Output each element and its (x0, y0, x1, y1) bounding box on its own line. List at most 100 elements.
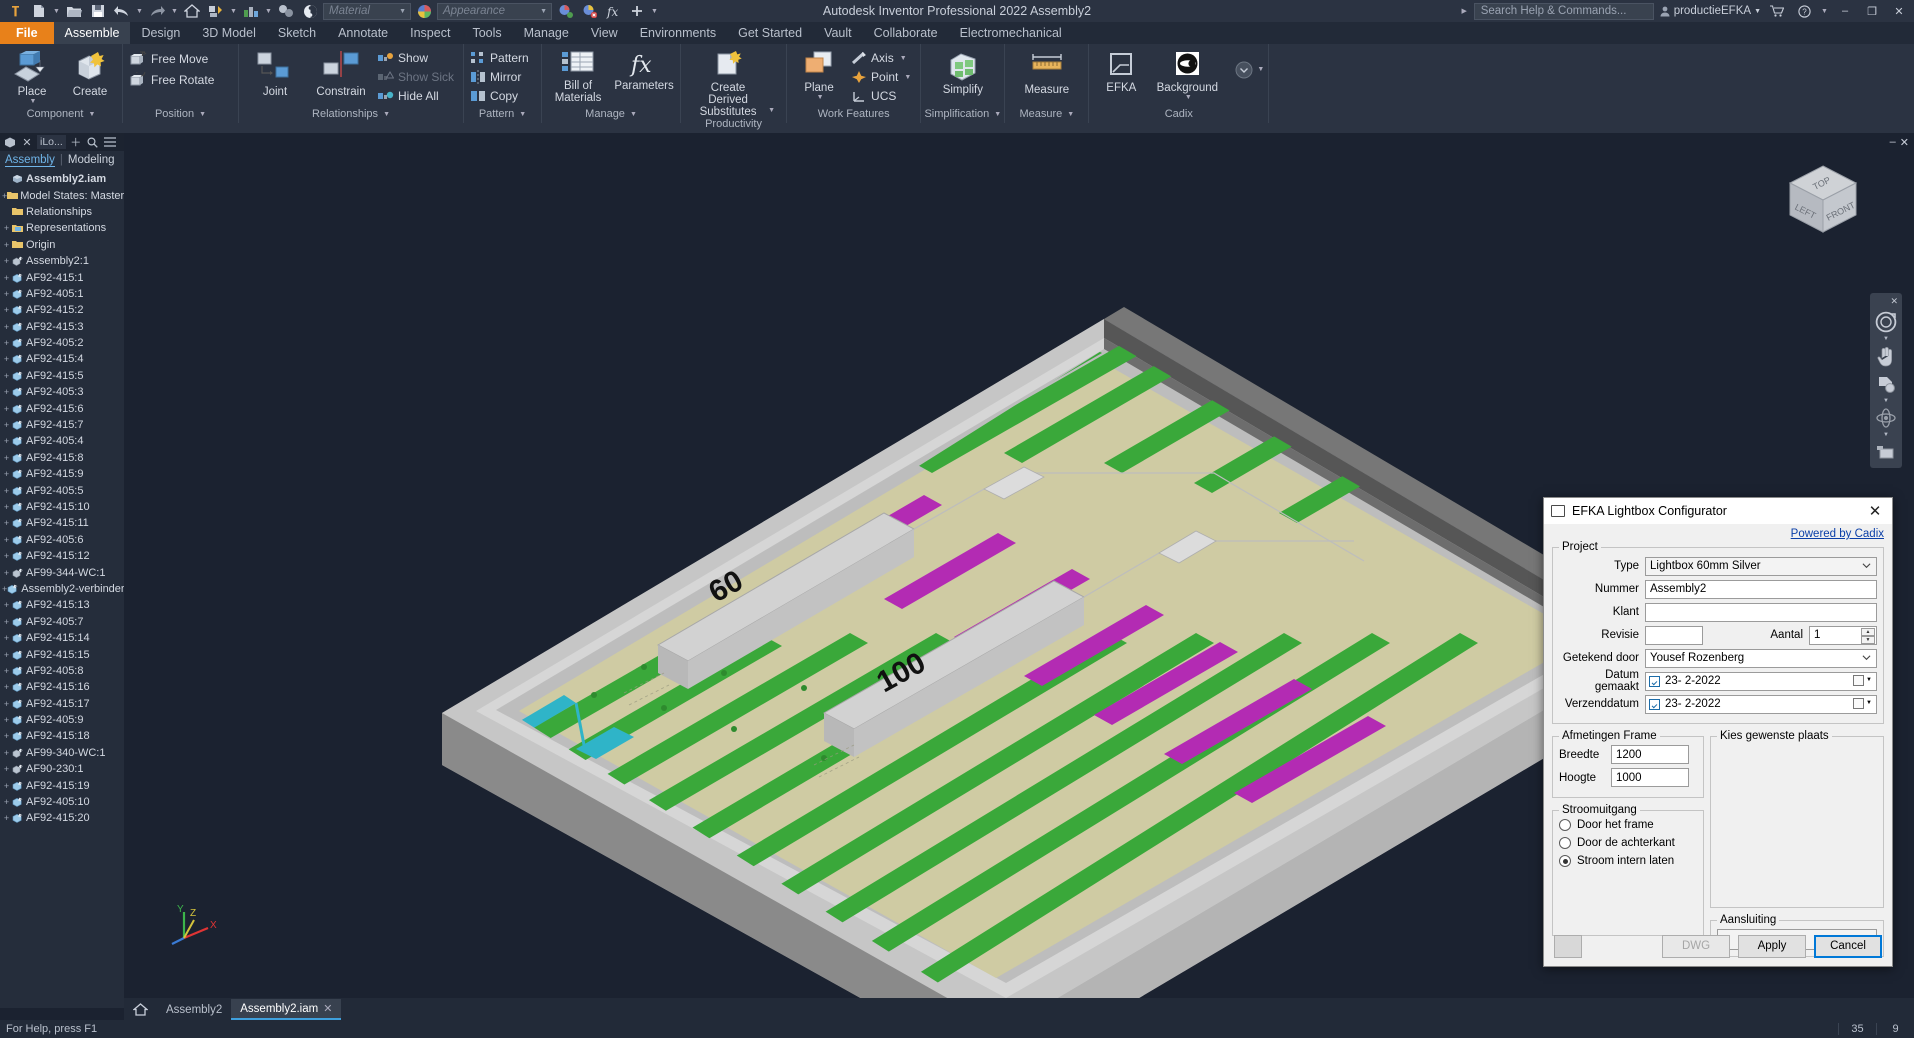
tree-node[interactable]: + AF92-405:10 (2, 794, 124, 810)
hoogte-input[interactable]: 1000 (1611, 768, 1689, 787)
adjust-appearance-icon[interactable] (554, 1, 576, 21)
calendar-icon[interactable]: ▼ (1853, 674, 1872, 686)
tab-view[interactable]: View (580, 22, 629, 44)
expand-icon[interactable]: + (2, 666, 11, 676)
expand-icon[interactable]: + (2, 256, 11, 266)
material-library-icon[interactable] (240, 1, 262, 21)
panel-label-relationships[interactable]: Relationships ▼ (239, 105, 463, 123)
revisie-input[interactable] (1645, 625, 1703, 645)
tree-node[interactable]: + AF92-415:14 (2, 630, 124, 646)
apply-button[interactable]: Apply (1738, 934, 1806, 958)
tab-manage[interactable]: Manage (513, 22, 580, 44)
nummer-input[interactable]: Assembly2 (1645, 579, 1877, 599)
tab-collaborate[interactable]: Collaborate (863, 22, 949, 44)
add-icon[interactable] (626, 1, 648, 21)
appearance-combo[interactable]: Appearance ▼ (437, 2, 552, 20)
chevron-down-icon[interactable]: ▼ (1257, 66, 1264, 73)
open-icon[interactable] (63, 1, 85, 21)
expand-icon[interactable]: + (2, 502, 11, 512)
add-icon[interactable]: ＋ (69, 134, 83, 150)
efka-button[interactable]: EFKA (1093, 47, 1149, 94)
datum-gemaakt-picker[interactable]: 23- 2-2022 ▼ (1645, 671, 1877, 691)
expand-icon[interactable]: + (2, 371, 11, 381)
panel-label-pattern[interactable]: Pattern ▼ (464, 105, 541, 123)
expand-icon[interactable]: + (2, 699, 11, 709)
kies-gewenste-plaats-group[interactable]: Kies gewenste plaats (1710, 730, 1884, 908)
create-derived-substitutes-button[interactable]: Create Derived Substitutes (692, 47, 764, 118)
expand-icon[interactable]: + (2, 748, 11, 758)
type-select[interactable]: Lightbox 60mm Silver (1645, 556, 1877, 576)
tab-3d-model[interactable]: 3D Model (191, 22, 267, 44)
tree-node[interactable]: + AF92-405:7 (2, 614, 124, 630)
panel-label-measure[interactable]: Measure ▼ (1005, 105, 1088, 123)
plane-button[interactable]: Plane ▼ (791, 47, 847, 101)
search-expand-icon[interactable]: ▶ (1460, 1, 1469, 21)
expand-icon[interactable]: + (2, 305, 11, 315)
background-button[interactable]: Background ▼ (1151, 47, 1223, 101)
powered-by-cadix-link[interactable]: Powered by Cadix (1552, 528, 1884, 540)
redo-dropdown-icon[interactable]: ▼ (170, 1, 179, 21)
model-icon[interactable] (3, 137, 17, 148)
expand-icon[interactable]: + (2, 731, 11, 741)
chevron-down-icon[interactable]: ▼ (900, 55, 907, 62)
account-menu[interactable]: productieEFKA ▼ (1659, 5, 1761, 17)
tab-file[interactable]: File (0, 22, 54, 44)
expand-icon[interactable]: + (2, 354, 11, 364)
tree-node[interactable]: + AF92-405:1 (2, 286, 124, 302)
fx-parameters-icon[interactable]: fx (602, 1, 624, 21)
expand-icon[interactable]: + (2, 223, 11, 233)
verzenddatum-picker[interactable]: 23- 2-2022 ▼ (1645, 694, 1877, 714)
render-icon[interactable] (299, 1, 321, 21)
new-file-icon[interactable] (28, 1, 50, 21)
tree-node[interactable]: + AF92-405:6 (2, 532, 124, 548)
free-move-button[interactable]: Free Move (127, 49, 219, 69)
tab-inspect[interactable]: Inspect (399, 22, 461, 44)
free-rotate-button[interactable]: Free Rotate (127, 70, 219, 90)
simplify-button[interactable]: Simplify (931, 47, 995, 96)
tab-tools[interactable]: Tools (461, 22, 512, 44)
expand-icon[interactable]: + (2, 535, 11, 545)
zoom-icon[interactable] (1872, 371, 1900, 397)
expand-icon[interactable]: + (2, 764, 11, 774)
expand-icon[interactable]: + (2, 568, 11, 578)
constrain-button[interactable]: Constrain (309, 47, 373, 98)
expand-icon[interactable]: + (2, 338, 11, 348)
tree-node[interactable]: + AF92-415:7 (2, 417, 124, 433)
tree-node[interactable]: + Assembly2:1 (2, 253, 124, 269)
tab-vault[interactable]: Vault (813, 22, 863, 44)
cancel-button[interactable]: Cancel (1814, 934, 1882, 958)
close-icon[interactable]: ✕ (323, 1002, 332, 1015)
radio-door-het-frame[interactable]: Door het frame (1559, 819, 1697, 831)
tree-node[interactable]: + AF92-415:12 (2, 548, 124, 564)
radio-door-de-achterkant[interactable]: Door de achterkant (1559, 837, 1697, 849)
cadix-panel-overflow-icon[interactable] (1235, 61, 1253, 82)
tree-node[interactable]: + AF92-415:20 (2, 810, 124, 826)
tree-node[interactable]: + AF99-340-WC:1 (2, 745, 124, 761)
search-icon[interactable] (86, 136, 100, 148)
tree-node[interactable]: + AF92-415:17 (2, 696, 124, 712)
tab-annotate[interactable]: Annotate (327, 22, 399, 44)
expand-icon[interactable]: + (2, 617, 11, 627)
point-button[interactable]: Point ▼ (849, 68, 916, 86)
ilogic-tab[interactable]: iLo... (37, 135, 66, 149)
tree-node[interactable]: + AF92-405:8 (2, 663, 124, 679)
expand-icon[interactable]: + (2, 781, 11, 791)
chevron-down-icon[interactable]: ▼ (1883, 432, 1889, 438)
expand-icon[interactable]: + (2, 715, 11, 725)
mirror-button[interactable]: Mirror (468, 68, 534, 86)
dialog-close-button[interactable]: ✕ (1862, 500, 1888, 522)
tree-node[interactable]: Assembly2.iam (2, 171, 124, 187)
orbit-icon[interactable] (1872, 405, 1900, 431)
tab-electromechanical[interactable]: Electromechanical (949, 22, 1073, 44)
tree-node[interactable]: + AF92-415:8 (2, 450, 124, 466)
full-navigation-wheel-icon[interactable] (1872, 309, 1900, 335)
expand-icon[interactable]: + (2, 469, 11, 479)
tree-node[interactable]: Relationships (2, 204, 124, 220)
tree-node[interactable]: + Assembly2-verbinder:1 (2, 581, 124, 597)
tree-node[interactable]: + AF92-415:13 (2, 597, 124, 613)
tab-assemble[interactable]: Assemble (53, 22, 131, 44)
expand-icon[interactable]: + (2, 633, 11, 643)
chevron-down-icon[interactable]: ▼ (1883, 398, 1889, 404)
undo-icon[interactable] (111, 1, 133, 21)
tree-node[interactable]: + AF92-415:11 (2, 515, 124, 531)
